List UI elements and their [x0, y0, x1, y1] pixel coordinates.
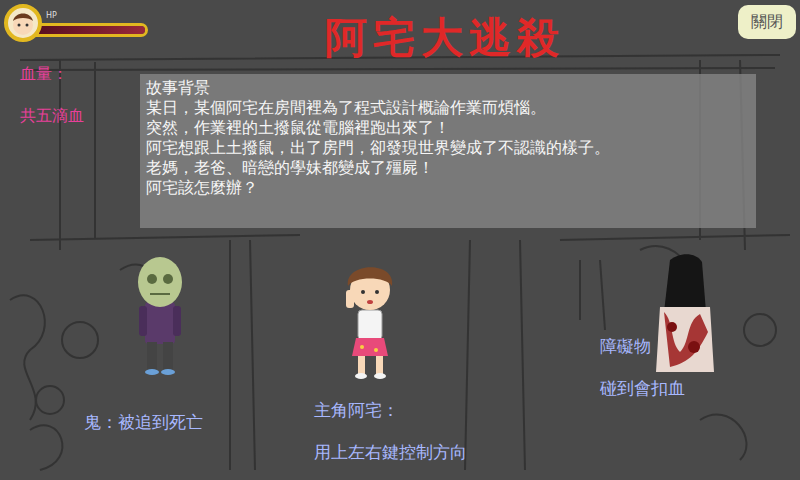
- game-title: 阿宅大逃殺: [270, 10, 620, 66]
- story-line: 突然，作業裡的土撥鼠從電腦裡跑出來了！: [146, 118, 750, 138]
- avatar: [4, 4, 42, 42]
- hp-info-label: 血量：: [20, 62, 84, 86]
- hp-label: HP: [46, 12, 57, 20]
- obstacle-legend-desc: 碰到會扣血: [600, 376, 685, 402]
- hero-legend: 主角阿宅： 用上左右鍵控制方向: [314, 398, 467, 465]
- ghost-legend: 鬼：被追到死亡: [84, 410, 203, 436]
- ghost-icon: [650, 252, 720, 377]
- avatar-face-icon: [9, 9, 37, 37]
- game-screen: HP 阿宅大逃殺 關閉 血量： 共五滴血 故事背景 某日，某個阿宅在房間裡為了程…: [0, 0, 800, 480]
- obstacle-legend: 障礙物 碰到會扣血: [600, 334, 685, 401]
- story-line: 老媽，老爸、暗戀的學妹都變成了殭屍！: [146, 158, 750, 178]
- hero-icon: [330, 252, 410, 384]
- background-sketch-icon: [0, 0, 800, 480]
- story-line: 阿宅該怎麼辦？: [146, 178, 750, 198]
- zombie-icon: [125, 252, 195, 377]
- hp-hud: HP: [4, 4, 148, 42]
- obstacle-legend-title: 障礙物: [600, 334, 685, 360]
- hero-legend-desc: 用上左右鍵控制方向: [314, 440, 467, 466]
- hp-info-value: 共五滴血: [20, 104, 84, 128]
- hp-fill: [39, 26, 145, 34]
- close-button[interactable]: 關閉: [738, 5, 796, 39]
- story-lines: 某日，某個阿宅在房間裡為了程式設計概論作業而煩惱。突然，作業裡的土撥鼠從電腦裡跑…: [146, 98, 750, 198]
- hp-track: [36, 23, 148, 37]
- story-panel: 故事背景 某日，某個阿宅在房間裡為了程式設計概論作業而煩惱。突然，作業裡的土撥鼠…: [140, 74, 756, 228]
- story-line: 某日，某個阿宅在房間裡為了程式設計概論作業而煩惱。: [146, 98, 750, 118]
- hp-info: 血量： 共五滴血: [20, 62, 84, 128]
- hero-legend-title: 主角阿宅：: [314, 398, 467, 424]
- story-heading: 故事背景: [146, 78, 750, 98]
- story-line: 阿宅想跟上土撥鼠，出了房門，卻發現世界變成了不認識的樣子。: [146, 138, 750, 158]
